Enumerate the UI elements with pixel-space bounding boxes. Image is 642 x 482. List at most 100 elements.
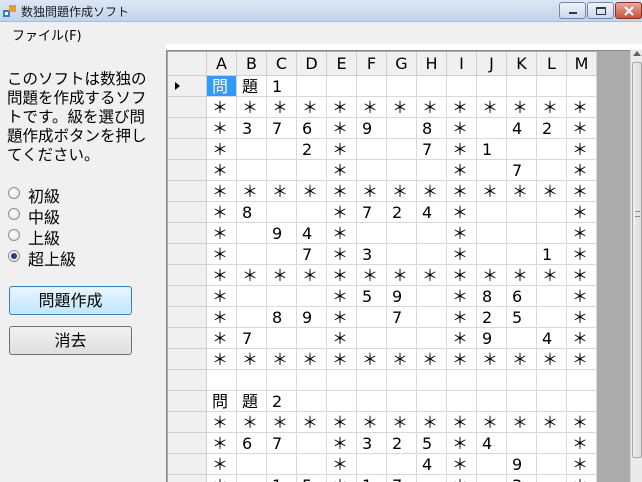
grid-cell[interactable]: ＊: [327, 202, 357, 223]
grid-cell[interactable]: ＊: [477, 97, 507, 118]
grid-cell[interactable]: ＊: [237, 349, 267, 370]
column-header-m[interactable]: M: [567, 52, 597, 76]
grid-cell[interactable]: ＊: [387, 181, 417, 202]
grid-cell[interactable]: [297, 286, 327, 307]
grid-cell[interactable]: [537, 475, 567, 482]
grid-cell[interactable]: ＊: [237, 97, 267, 118]
grid-cell[interactable]: ＊: [567, 475, 597, 482]
grid-cell[interactable]: ＊: [327, 265, 357, 286]
grid-cell[interactable]: ＊: [537, 349, 567, 370]
grid-cell[interactable]: [447, 76, 477, 97]
grid-cell[interactable]: [357, 223, 387, 244]
column-header-j[interactable]: J: [477, 52, 507, 76]
column-header-f[interactable]: F: [357, 52, 387, 76]
vertical-scrollbar[interactable]: [630, 50, 642, 482]
grid-cell[interactable]: ＊: [207, 118, 237, 139]
grid-cell[interactable]: 9: [477, 328, 507, 349]
grid-cell[interactable]: [237, 223, 267, 244]
grid-cell[interactable]: ＊: [417, 265, 447, 286]
grid-cell[interactable]: [237, 160, 267, 181]
grid-cell[interactable]: [477, 454, 507, 475]
grid-cell[interactable]: [387, 118, 417, 139]
grid-cell[interactable]: [417, 76, 447, 97]
grid-cell[interactable]: ＊: [567, 286, 597, 307]
grid-cell[interactable]: [387, 160, 417, 181]
grid-cell[interactable]: [477, 202, 507, 223]
column-header-d[interactable]: D: [297, 52, 327, 76]
grid-cell[interactable]: ＊: [267, 265, 297, 286]
grid-cell[interactable]: [387, 391, 417, 412]
grid-cell[interactable]: ＊: [267, 349, 297, 370]
grid-cell[interactable]: 7: [297, 244, 327, 265]
grid-cell[interactable]: 4: [417, 454, 447, 475]
grid-cell[interactable]: [267, 160, 297, 181]
grid-cell[interactable]: 7: [267, 118, 297, 139]
grid-cell[interactable]: [537, 139, 567, 160]
maximize-button[interactable]: [587, 2, 614, 19]
grid-cell[interactable]: [537, 391, 567, 412]
grid-cell[interactable]: ＊: [297, 265, 327, 286]
row-header[interactable]: [168, 433, 207, 454]
grid-cell[interactable]: ＊: [387, 265, 417, 286]
menu-file[interactable]: ファイル(F): [12, 25, 82, 44]
row-header[interactable]: [168, 139, 207, 160]
grid-cell[interactable]: ＊: [327, 307, 357, 328]
row-header[interactable]: [168, 76, 207, 97]
grid-cell[interactable]: ＊: [567, 139, 597, 160]
grid-cell[interactable]: ＊: [207, 139, 237, 160]
row-header[interactable]: [168, 328, 207, 349]
grid-cell[interactable]: [507, 139, 537, 160]
grid-cell[interactable]: [507, 202, 537, 223]
grid-cell[interactable]: ＊: [327, 412, 357, 433]
grid-cell[interactable]: ＊: [567, 433, 597, 454]
grid-cell[interactable]: ＊: [447, 475, 477, 482]
grid-cell[interactable]: [447, 391, 477, 412]
grid-cell[interactable]: [267, 328, 297, 349]
grid-cell[interactable]: ＊: [567, 349, 597, 370]
grid-cell[interactable]: ＊: [507, 349, 537, 370]
grid-cell[interactable]: 題: [237, 76, 267, 97]
grid-cell[interactable]: ＊: [357, 181, 387, 202]
grid-cell[interactable]: [567, 76, 597, 97]
grid-cell[interactable]: ＊: [327, 139, 357, 160]
grid-cell[interactable]: ＊: [447, 244, 477, 265]
grid-cell[interactable]: ＊: [237, 412, 267, 433]
grid-cell[interactable]: ＊: [297, 97, 327, 118]
grid-cell[interactable]: [507, 433, 537, 454]
grid-cell[interactable]: [207, 370, 237, 391]
column-header-l[interactable]: L: [537, 52, 567, 76]
grid-cell[interactable]: [477, 160, 507, 181]
grid-cell[interactable]: [477, 76, 507, 97]
grid-cell[interactable]: ＊: [207, 202, 237, 223]
grid-cell[interactable]: [507, 328, 537, 349]
grid-cell[interactable]: 2: [297, 139, 327, 160]
puzzle-grid[interactable]: A B C D E F G H I J K L M 問題 1 ＊＊＊＊＊＊＊＊＊＊＊＊＊＊ 3 7 6 ＊ 9 8 ＊ 4 2 ＊…: [166, 50, 630, 482]
grid-cell[interactable]: [537, 307, 567, 328]
grid-cell[interactable]: ＊: [267, 412, 297, 433]
grid-cell[interactable]: ＊: [567, 118, 597, 139]
grid-cell[interactable]: [537, 454, 567, 475]
clear-button[interactable]: 消去: [9, 326, 132, 355]
grid-cell[interactable]: ＊: [327, 475, 357, 482]
grid-cell[interactable]: ＊: [567, 244, 597, 265]
grid-cell[interactable]: 1: [477, 139, 507, 160]
grid-cell[interactable]: ＊: [207, 475, 237, 482]
grid-cell[interactable]: [417, 328, 447, 349]
grid-cell[interactable]: ＊: [417, 181, 447, 202]
grid-cell[interactable]: 2: [537, 118, 567, 139]
grid-cell[interactable]: ＊: [447, 307, 477, 328]
grid-cell[interactable]: 4: [477, 433, 507, 454]
column-header-h[interactable]: H: [417, 52, 447, 76]
grid-cell[interactable]: ＊: [207, 307, 237, 328]
grid-cell[interactable]: [507, 244, 537, 265]
grid-cell[interactable]: [267, 139, 297, 160]
row-header[interactable]: [168, 202, 207, 223]
grid-cell[interactable]: [237, 454, 267, 475]
grid-cell[interactable]: 2: [387, 202, 417, 223]
grid-cell[interactable]: [237, 244, 267, 265]
grid-cell[interactable]: [507, 370, 537, 391]
grid-cell[interactable]: ＊: [297, 181, 327, 202]
grid-cell[interactable]: 7: [507, 160, 537, 181]
grid-cell[interactable]: ＊: [537, 181, 567, 202]
grid-cell[interactable]: 6: [507, 286, 537, 307]
